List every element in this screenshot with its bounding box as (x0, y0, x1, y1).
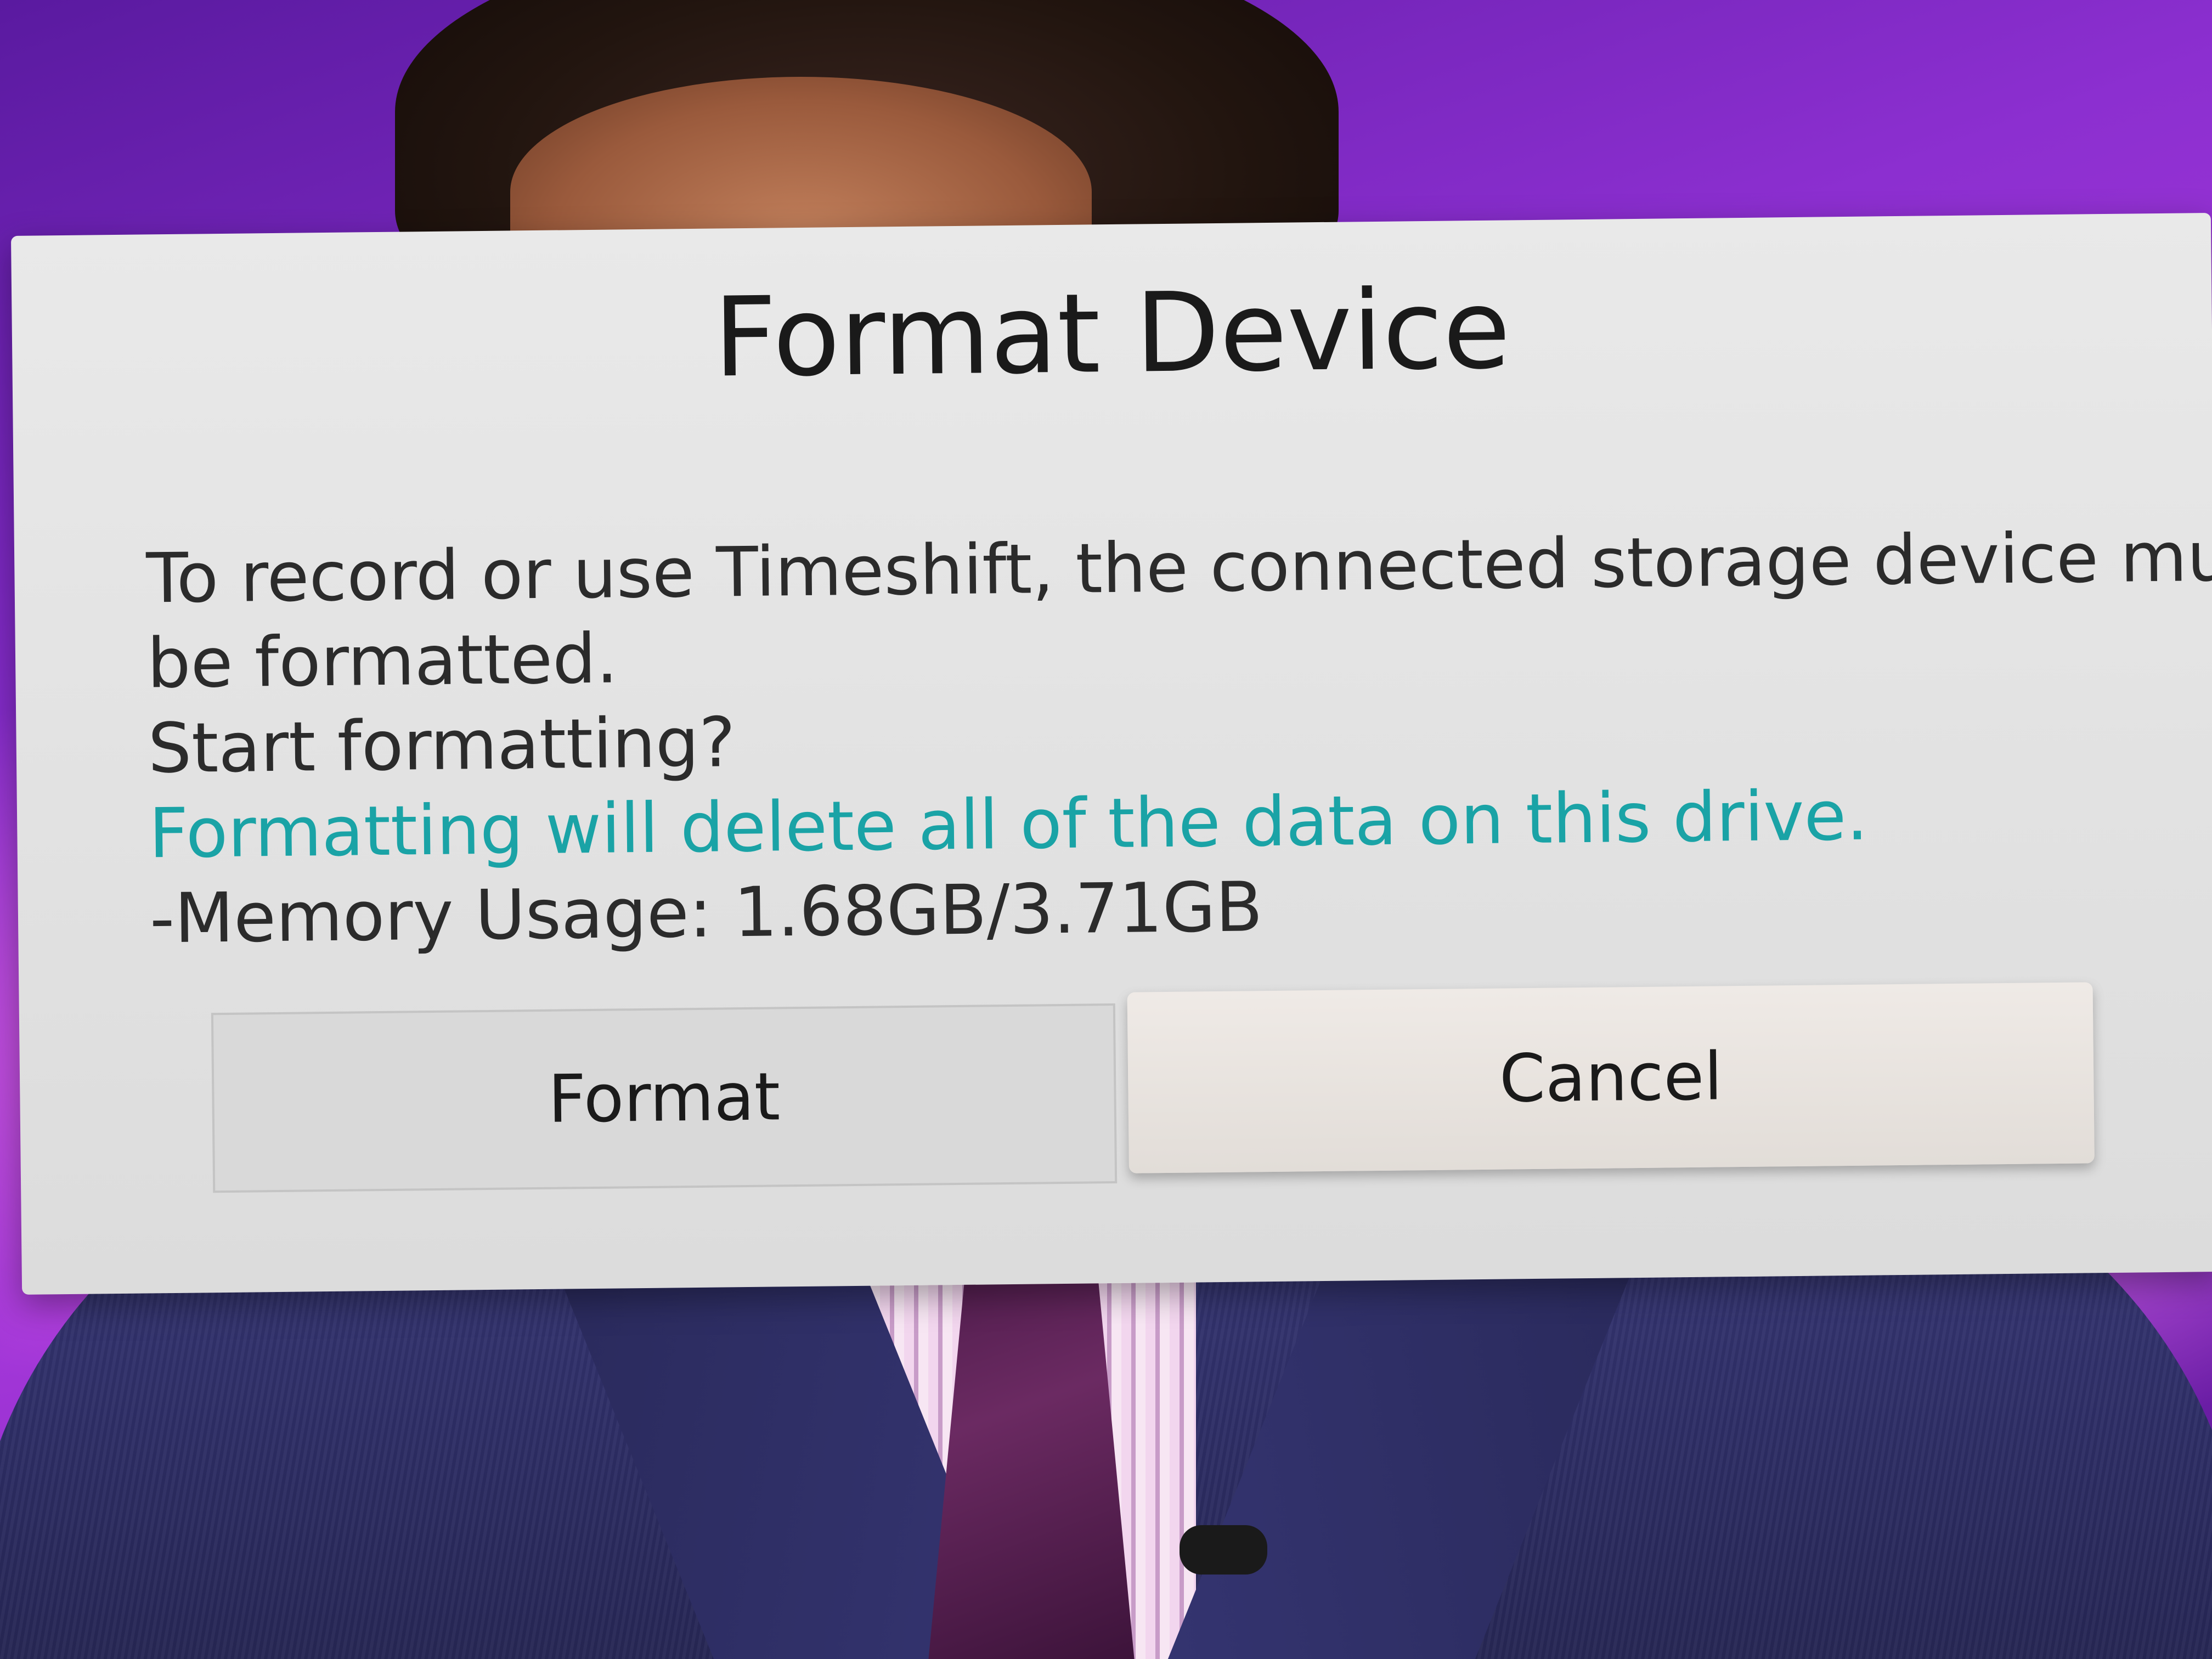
lapel-microphone (1180, 1525, 1267, 1575)
dialog-buttons: Format Cancel (200, 982, 2095, 1199)
dialog-body: To record or use Timeshift, the connecte… (146, 516, 2212, 962)
dialog-title: Format Device (713, 266, 1511, 402)
format-button[interactable]: Format (211, 1003, 1118, 1193)
format-device-dialog: Format Device To record or use Timeshift… (11, 213, 2212, 1295)
cancel-button[interactable]: Cancel (1127, 982, 2095, 1173)
